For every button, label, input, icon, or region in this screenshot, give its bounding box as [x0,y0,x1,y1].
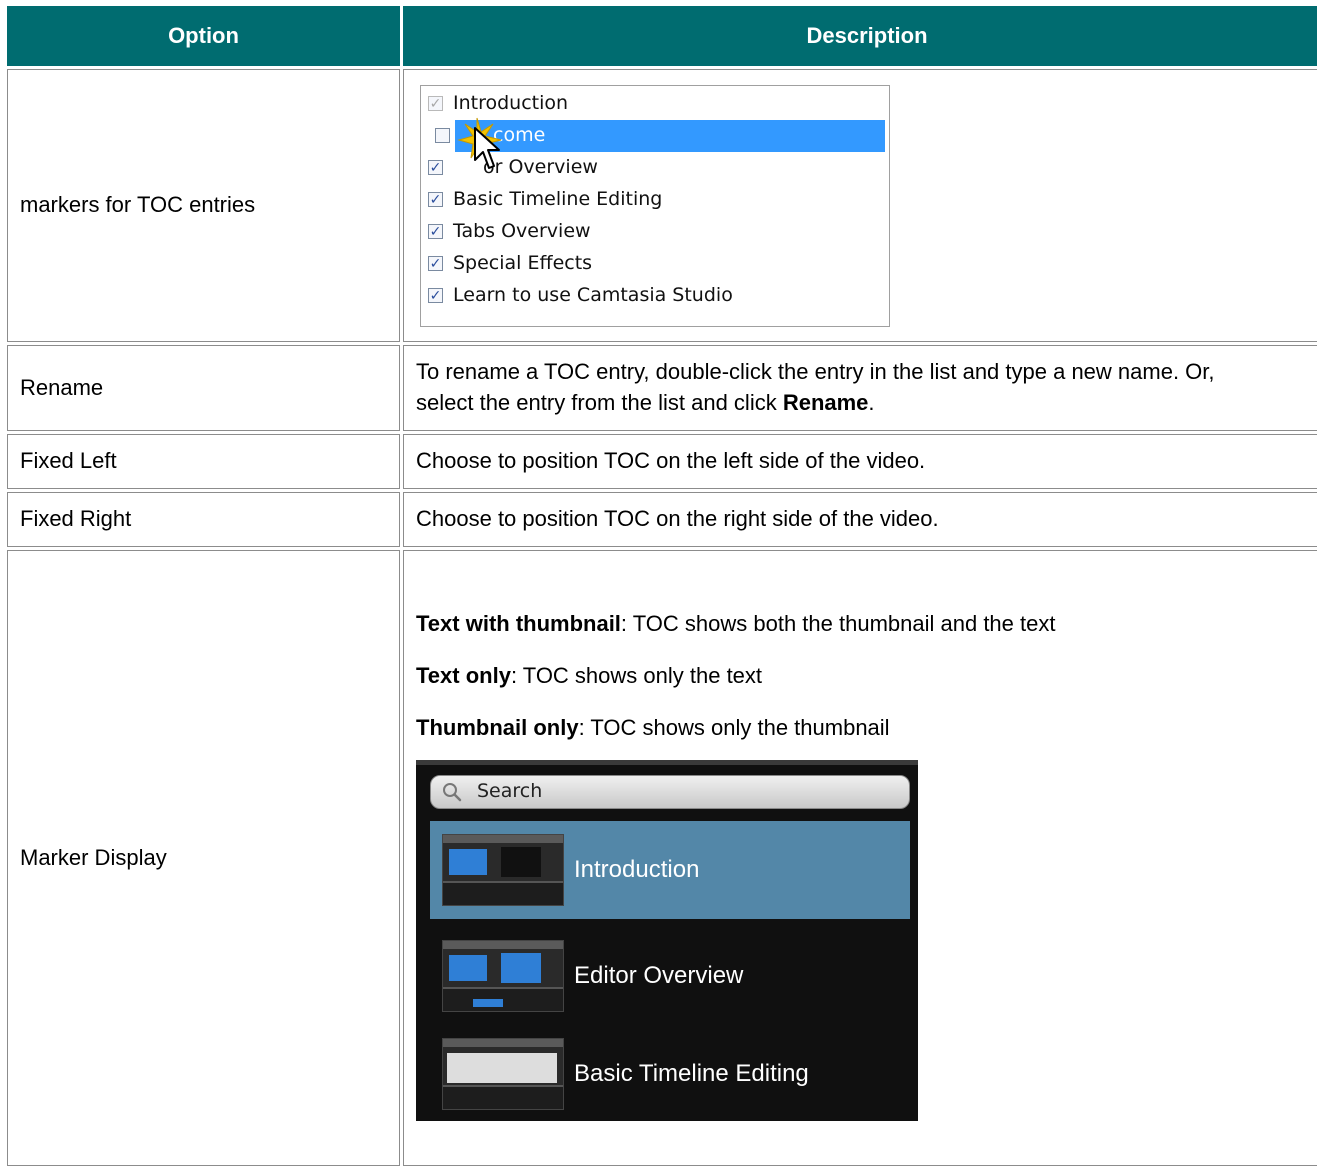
checkbox-icon[interactable] [435,128,450,143]
option-cell: Marker Display [7,550,400,1166]
description-cell: ✓ Introduction come ✓ or Overview ✓ Basi… [403,69,1317,342]
toc-list-item[interactable]: ✓ Special Effects [421,248,887,280]
mode-text-only: Text only: TOC shows only the text [416,661,1317,692]
thumbnail-image [442,939,564,1012]
toc-entry-label: Introduction [574,855,700,883]
option-label: Fixed Left [20,448,117,474]
option-label: Marker Display [20,844,167,870]
header-row: Option Description [7,6,1317,66]
toc-list-item[interactable]: come [435,119,885,152]
checkbox-icon[interactable]: ✓ [428,160,443,175]
thumbnail-image [442,833,564,906]
text-run: . [868,390,875,415]
mode-name: Text only [416,663,511,689]
mode-desc: : TOC shows only the thumbnail [578,714,890,740]
mode-name: Text with thumbnail [416,611,621,637]
mode-desc: : TOC shows only the text [510,663,763,689]
toc-entry-introduction[interactable]: Introduction [430,820,910,919]
description-cell: To rename a TOC entry, double-click the … [403,345,1317,431]
toc-item-label: Basic Timeline Editing [453,188,663,211]
mode-text-with-thumbnail: Text with thumbnail: TOC shows both the … [416,609,1317,640]
option-cell: Fixed Right [7,492,400,547]
text-run: select the entry from the list and click [416,390,783,415]
description-cell: Choose to position TOC on the left side … [403,434,1317,489]
option-cell: markers for TOC entries [7,69,400,342]
checkbox-icon[interactable]: ✓ [428,96,443,111]
options-table: Option Description markers for TOC entri… [4,3,1317,1169]
toc-entry-basic-timeline[interactable]: Basic Timeline Editing [430,1025,910,1123]
toc-entry-label: Editor Overview [574,961,744,989]
option-cell: Fixed Left [7,434,400,489]
click-cursor-icon [457,117,502,169]
table-row: Marker Display Text with thumbnail: TOC … [7,550,1317,1166]
toc-list-item[interactable]: ✓ Tabs Overview [421,216,887,248]
option-label: markers for TOC entries [20,192,256,218]
description-cell: Text with thumbnail: TOC shows both the … [403,550,1317,1166]
toc-list-item[interactable]: ✓ Learn to use Camtasia Studio [421,280,887,312]
toc-item-label: Special Effects [453,252,593,275]
toc-item-label: Introduction [453,92,569,115]
rename-description-line2: select the entry from the list and click… [416,388,1317,419]
mode-name: Thumbnail only [416,714,579,740]
table-row: Fixed Right Choose to position TOC on th… [7,492,1317,547]
toc-preview-panel: Search Introduction Editor Overview Basi… [416,759,918,1123]
description-text: Choose to position TOC on the left side … [416,448,926,474]
description-header: Description [403,6,1317,66]
table-row: Fixed Left Choose to position TOC on the… [7,434,1317,489]
thumbnail-image [442,1037,564,1110]
mode-thumbnail-only: Thumbnail only: TOC shows only the thumb… [416,713,1317,744]
rename-bold: Rename [782,390,869,415]
mode-desc: : TOC shows both the thumbnail and the t… [620,611,1056,637]
search-icon [443,782,462,801]
table-row: Rename To rename a TOC entry, double-cli… [7,345,1317,431]
checkbox-icon[interactable]: ✓ [428,224,443,239]
search-placeholder: Search [477,780,543,803]
toc-entry-editor-overview[interactable]: Editor Overview [430,927,910,1025]
toc-item-label: Tabs Overview [453,220,591,243]
table-row: markers for TOC entries ✓ Introduction c… [7,69,1317,342]
toc-entry-list[interactable]: ✓ Introduction come ✓ or Overview ✓ Basi… [420,84,890,327]
search-input[interactable]: Search [430,774,910,809]
checkbox-icon[interactable]: ✓ [428,288,443,303]
option-label: Fixed Right [20,506,132,532]
rename-description-line1: To rename a TOC entry, double-click the … [416,359,1215,385]
option-cell: Rename [7,345,400,431]
option-label: Rename [20,374,104,400]
toc-item-label: Learn to use Camtasia Studio [453,284,733,307]
checkbox-icon[interactable]: ✓ [428,256,443,271]
description-cell: Choose to position TOC on the right side… [403,492,1317,547]
checkbox-icon[interactable]: ✓ [428,192,443,207]
toc-list-item[interactable]: ✓ Basic Timeline Editing [421,184,887,216]
toc-entry-label: Basic Timeline Editing [574,1059,809,1087]
option-header: Option [7,6,400,66]
description-text: Choose to position TOC on the right side… [416,506,939,532]
